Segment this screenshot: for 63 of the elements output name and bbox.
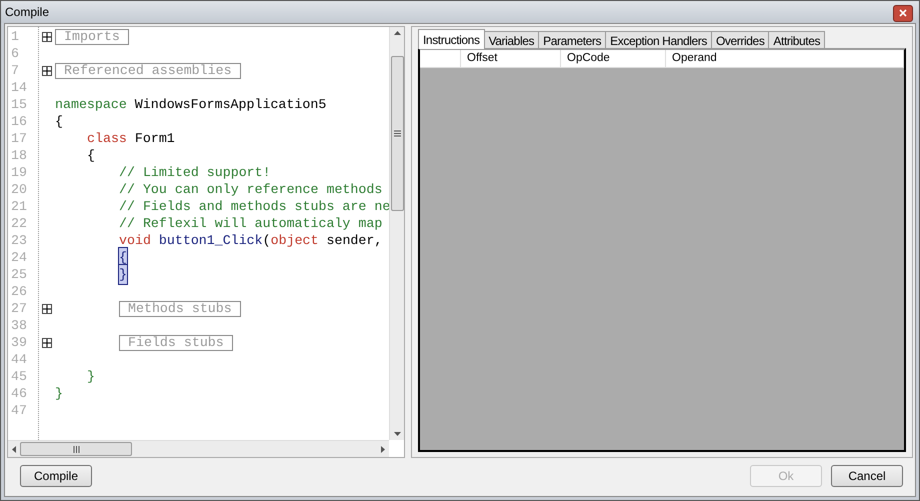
line-number: 44 <box>10 350 28 369</box>
code-line: { <box>55 112 63 131</box>
dialog-button[interactable]: Compile <box>20 465 92 487</box>
line-number: 25 <box>10 266 28 284</box>
line-number: 17 <box>10 130 28 148</box>
line-number: 6 <box>10 44 20 63</box>
vertical-scrollbar[interactable] <box>389 27 404 440</box>
line-number: 26 <box>10 282 28 301</box>
tab[interactable]: Variables <box>484 31 540 48</box>
code-line: } <box>87 368 95 386</box>
code-line: // Limited support! <box>119 164 271 182</box>
close-button[interactable] <box>893 4 913 22</box>
window-title: Compile <box>5 4 50 21</box>
grip-icon <box>394 130 400 137</box>
line-number: 18 <box>10 146 28 165</box>
scroll-thumb[interactable] <box>20 442 132 456</box>
line-number: 39 <box>10 334 28 352</box>
line-number: 38 <box>10 316 28 335</box>
expand-button[interactable] <box>42 32 52 42</box>
line-number: 23 <box>10 232 28 250</box>
scroll-down-icon <box>394 432 400 436</box>
line-number: 7 <box>10 62 20 80</box>
expand-button[interactable] <box>42 66 52 76</box>
line-number: 45 <box>10 368 28 386</box>
line-number: 47 <box>10 402 28 420</box>
line-number: 27 <box>10 300 28 318</box>
expand-button[interactable] <box>42 338 52 348</box>
close-icon <box>899 9 907 17</box>
line-number: 19 <box>10 164 28 182</box>
column-header[interactable]: OpCode <box>561 50 666 67</box>
line-number: 24 <box>10 248 28 267</box>
line-number: 15 <box>10 96 28 114</box>
scroll-left-icon <box>12 446 16 452</box>
dialog-button[interactable]: Cancel <box>831 465 903 487</box>
line-number: 46 <box>10 384 28 403</box>
grip-icon <box>72 446 80 452</box>
code-line: namespace WindowsFormsApplication5 <box>55 96 326 114</box>
code-line: class Form1 <box>87 130 175 148</box>
code-line: } <box>55 384 63 403</box>
expand-button[interactable] <box>42 304 52 314</box>
tab[interactable]: Parameters <box>539 31 606 48</box>
line-number: 20 <box>10 180 28 199</box>
line-number: 21 <box>10 198 28 216</box>
column-header[interactable]: Offset <box>461 50 561 67</box>
line-number: 14 <box>10 78 28 97</box>
tab[interactable]: Instructions <box>418 29 485 49</box>
code-line: // Reflexil will automaticaly map <box>119 214 382 233</box>
code-line: void button1_Click(object sender, <box>119 232 382 250</box>
code-line: // You can only reference methods <box>119 180 382 199</box>
line-number: 1 <box>10 28 20 46</box>
scroll-up-icon <box>394 31 400 35</box>
line-number: 22 <box>10 214 28 233</box>
tab[interactable]: Overrides <box>712 31 770 48</box>
code-line: { <box>87 146 95 165</box>
matched-brace: } <box>119 264 127 284</box>
line-number: 16 <box>10 112 28 131</box>
scroll-thumb[interactable] <box>390 56 404 211</box>
code-line: // Fields and methods stubs are ne <box>119 198 389 216</box>
tab[interactable]: Exception Handlers <box>606 31 712 48</box>
column-header[interactable]: Operand <box>666 50 904 67</box>
scroll-right-icon <box>381 446 385 452</box>
horizontal-scrollbar[interactable] <box>8 440 389 457</box>
tab[interactable]: Attributes <box>769 31 826 48</box>
